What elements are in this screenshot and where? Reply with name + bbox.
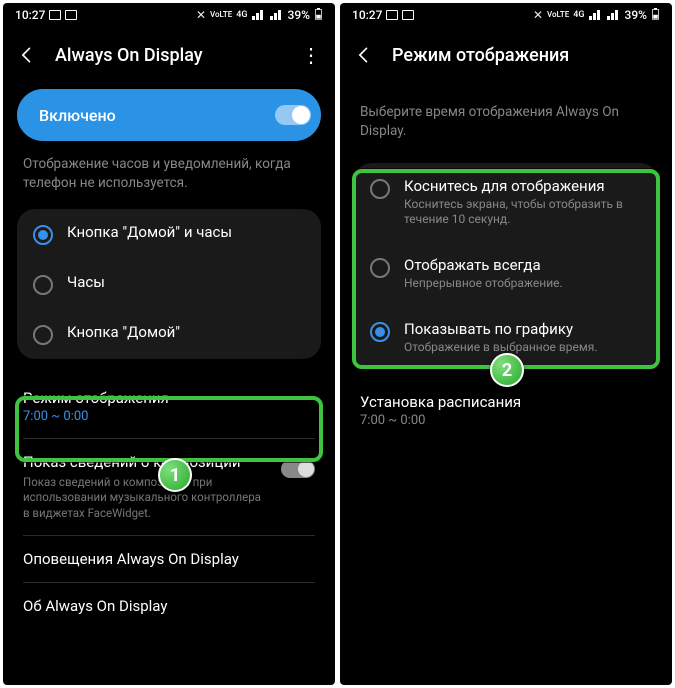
item-title: Режим отображения [23,389,315,407]
volte-label: VoLTE [210,11,232,19]
toggle-label: Включено [39,106,116,125]
radio-icon [370,179,390,199]
feature-description: Отображение часов и уведомлений, когда т… [3,155,335,209]
radio-subtitle: Коснитесь экрана, чтобы отобразить в теч… [404,197,642,228]
radio-subtitle: Отображение в выбранное время. [404,340,598,356]
mute-icon: ✕ [196,8,206,22]
status-time: 10:27 [352,8,382,22]
radio-option-tap[interactable]: Коснитесь для отображения Коснитесь экра… [354,163,658,242]
signal-icon [589,8,603,23]
master-toggle[interactable]: Включено [17,89,321,141]
page-title: Режим отображения [392,45,658,66]
radio-group-content: Кнопка "Домой" и часы Часы Кнопка "Домой… [17,209,321,359]
settings-list: Режим отображения 7:00 ~ 0:00 Показ свед… [3,375,335,630]
item-subtitle: 7:00 ~ 0:00 [360,413,652,428]
item-subtitle: 7:00 ~ 0:00 [23,409,315,424]
signal-icon [252,8,266,23]
radio-label: Коснитесь для отображения [404,177,642,195]
status-notif-icon-2 [65,10,77,20]
radio-icon [33,275,53,295]
radio-option-home[interactable]: Кнопка "Домой" [17,309,321,359]
annotation-badge-1: 1 [158,458,192,492]
radio-icon [33,325,53,345]
status-bar: 10:27 ✕ VoLTE 4G 39% [3,3,335,27]
radio-label: Часы [67,273,105,291]
item-title: Установка расписания [360,393,652,411]
back-button[interactable] [17,45,37,65]
radio-label: Показывать по графику [404,320,598,338]
battery-icon [314,8,323,23]
signal-icon-2 [270,8,284,23]
status-notif-icon-2 [402,10,414,20]
radio-icon [370,258,390,278]
annotation-badge-2: 2 [490,353,524,387]
item-switch[interactable] [281,460,315,478]
signal-icon-2 [607,8,621,23]
radio-option-home-clock[interactable]: Кнопка "Домой" и часы [17,209,321,259]
app-bar: Режим отображения [340,27,672,83]
item-notifications[interactable]: Оповещения Always On Display [3,536,335,582]
page-title: Always On Display [55,45,283,66]
app-bar: Always On Display ⋮ [3,27,335,83]
radio-option-clock[interactable]: Часы [17,259,321,309]
item-about[interactable]: Об Always On Display [3,583,335,629]
radio-subtitle: Непрерывное отображение. [404,276,563,292]
status-bar: 10:27 ✕ VoLTE 4G 39% [340,3,672,27]
item-schedule-setup[interactable]: Установка расписания 7:00 ~ 0:00 [340,379,672,442]
more-menu-icon[interactable]: ⋮ [301,43,321,67]
item-title: Об Always On Display [23,597,315,615]
feature-description: Выберите время отображения Always On Dis… [340,83,672,163]
status-time: 10:27 [15,8,45,22]
radio-option-always[interactable]: Отображать всегда Непрерывное отображени… [354,242,658,306]
battery-icon [651,8,660,23]
back-button[interactable] [354,45,374,65]
item-title: Показ сведений о композиции [23,453,265,471]
battery-text: 39% [288,8,310,22]
battery-text: 39% [625,8,647,22]
mute-icon: ✕ [533,8,543,22]
phone-right: 10:27 ✕ VoLTE 4G 39% Режим отображения В… [340,3,672,685]
radio-label: Отображать всегда [404,256,563,274]
item-title: Оповещения Always On Display [23,550,315,568]
status-notif-icon [386,10,398,20]
status-notif-icon [49,10,61,20]
radio-group-mode: Коснитесь для отображения Коснитесь экра… [354,163,658,369]
radio-label: Кнопка "Домой" [67,323,180,341]
network-label: 4G [236,10,247,20]
item-display-mode[interactable]: Режим отображения 7:00 ~ 0:00 [3,375,335,438]
phone-left: 10:27 ✕ VoLTE 4G 39% Always On Display ⋮ [3,3,335,685]
toggle-switch[interactable] [275,105,311,125]
volte-label: VoLTE [547,11,569,19]
item-description: Показ сведений о композиции при использо… [23,475,265,522]
radio-label: Кнопка "Домой" и часы [67,223,232,241]
radio-icon [370,322,390,342]
radio-icon [33,225,53,245]
network-label: 4G [573,10,584,20]
settings-list: Установка расписания 7:00 ~ 0:00 [340,379,672,442]
